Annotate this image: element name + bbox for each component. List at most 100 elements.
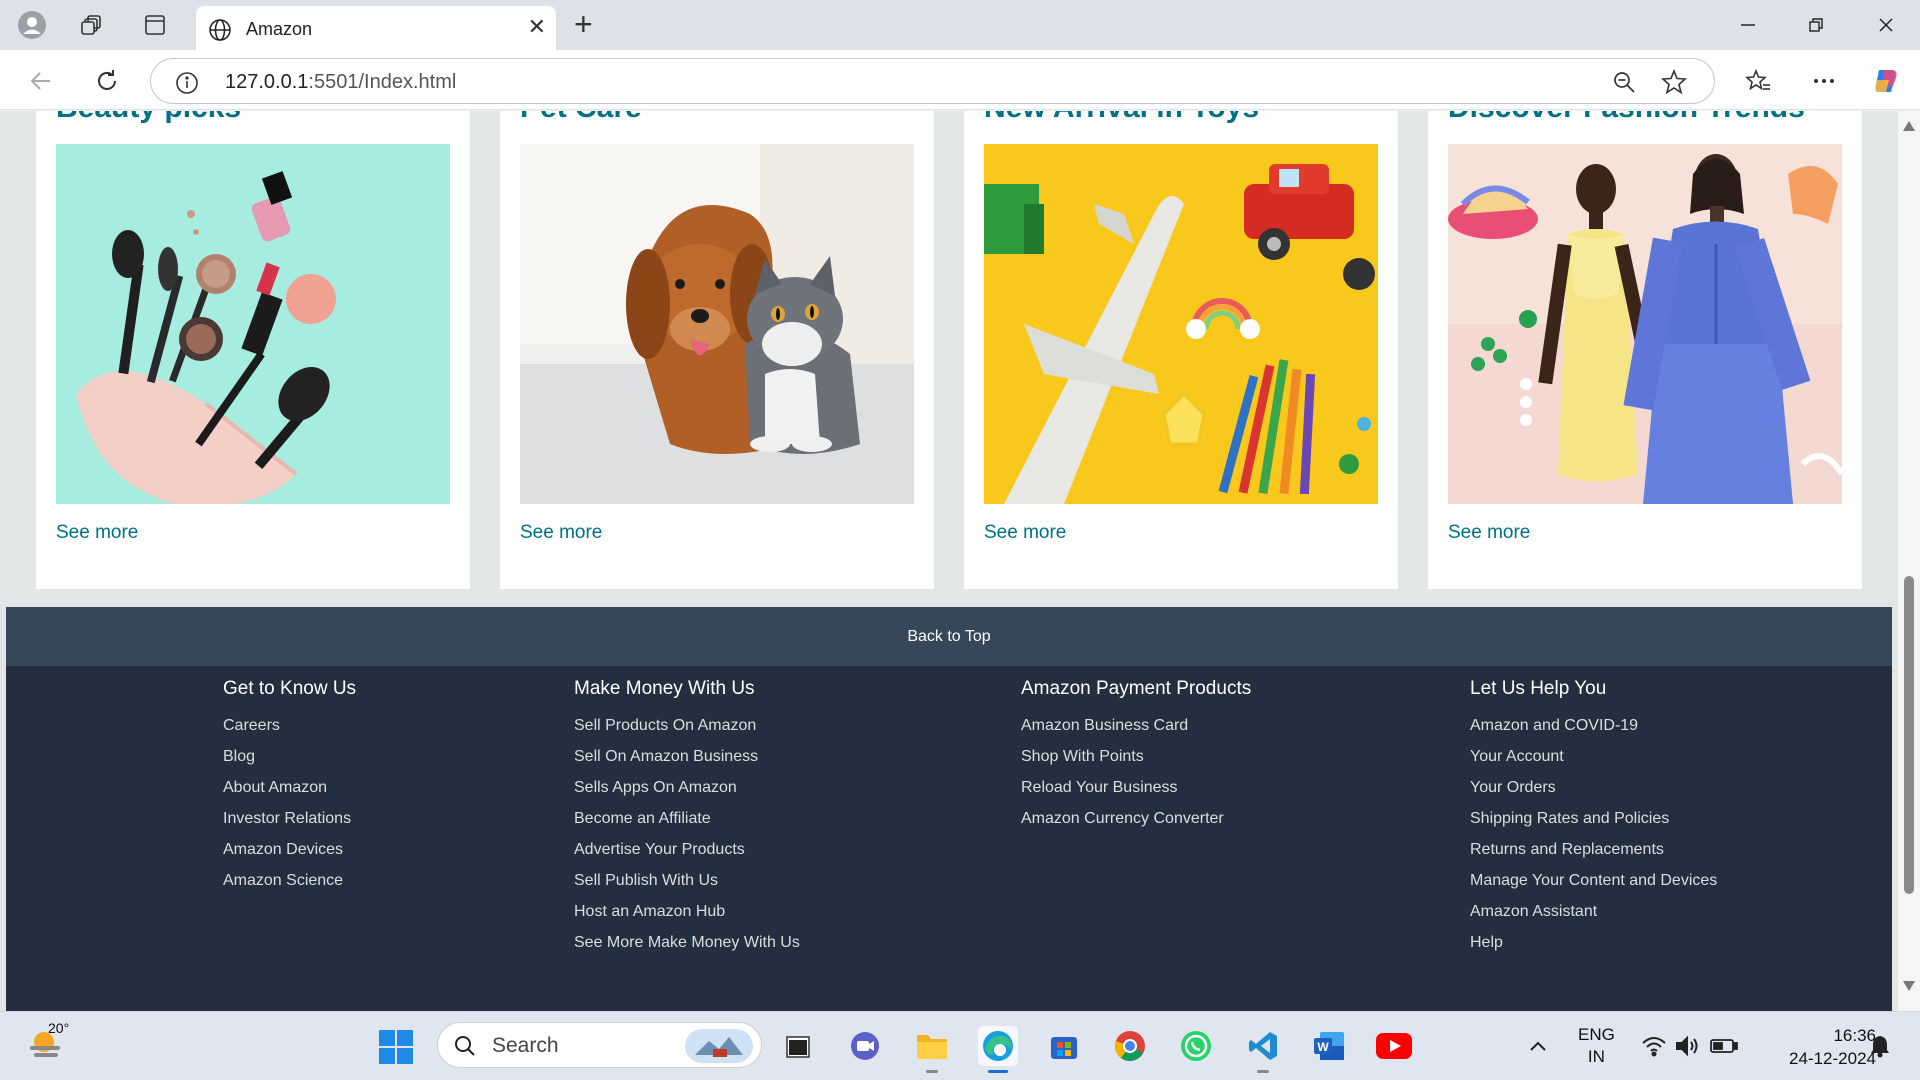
card-title: Discover Fashion Trends [1448,111,1805,125]
url-host: 127.0.0.1 [225,71,309,93]
chrome-icon[interactable] [1110,1026,1150,1066]
whatsapp-icon[interactable] [1176,1026,1216,1066]
footer-link[interactable]: Returns and Replacements [1470,834,1717,865]
more-options-icon[interactable] [1807,64,1841,98]
footer-link[interactable]: Help [1470,927,1717,958]
footer-link[interactable]: Your Orders [1470,772,1717,803]
battery-icon[interactable] [1704,1026,1744,1066]
edge-browser-icon[interactable] [978,1026,1018,1073]
card-title: Beauty picks [56,111,241,125]
show-hidden-icons-chevron-icon[interactable] [1518,1026,1558,1066]
footer-link[interactable]: Investor Relations [223,803,356,834]
collections-icon[interactable] [76,9,108,41]
card-title: Pet Care [520,111,642,125]
site-info-icon[interactable] [175,71,199,100]
see-more-link[interactable]: See more [984,522,1066,544]
scroll-up-arrow-icon[interactable] [1903,121,1915,131]
new-tab-button[interactable]: + [574,8,593,40]
search-placeholder: Search [492,1034,559,1057]
clock-time: 16:36 [1833,1026,1876,1045]
close-tab-icon[interactable]: ✕ [528,16,546,38]
volume-icon[interactable] [1668,1026,1708,1066]
windows-start-icon[interactable] [378,1029,414,1070]
search-icon [454,1035,476,1062]
url-text: 127.0.0.1:5501/Index.html [225,71,456,94]
footer-heading: Amazon Payment Products [1021,678,1252,699]
footer-link[interactable]: Amazon Assistant [1470,896,1717,927]
favorite-star-icon[interactable] [1661,69,1687,95]
notifications-bell-icon[interactable] [1860,1026,1900,1066]
footer-link[interactable]: Careers [223,710,356,741]
back-to-top-button[interactable]: Back to Top [6,607,1892,666]
vertical-tabs-icon[interactable] [139,9,171,41]
address-bar[interactable]: 127.0.0.1:5501/Index.html [150,58,1715,104]
see-more-link[interactable]: See more [520,522,602,544]
footer-link[interactable]: Amazon Science [223,865,356,896]
microsoft-store-icon[interactable] [1044,1026,1084,1066]
vscode-icon[interactable] [1243,1026,1283,1073]
toys-image[interactable] [984,144,1378,504]
footer-heading: Make Money With Us [574,678,755,699]
page-scrollbar[interactable] [1898,111,1920,1011]
footer: Get to Know Us Careers Blog About Amazon… [6,666,1892,1011]
teams-meet-icon[interactable] [845,1026,885,1066]
file-explorer-icon[interactable] [912,1026,952,1073]
minimize-button[interactable] [1728,10,1768,40]
word-icon[interactable]: W [1309,1026,1349,1066]
system-clock[interactable]: 16:36 24-12-2024 [1760,1024,1876,1070]
footer-link[interactable]: Amazon and COVID-19 [1470,710,1717,741]
footer-link[interactable]: Sells Apps On Amazon [574,772,800,803]
zoom-out-icon[interactable] [1611,69,1637,95]
restore-button[interactable] [1796,10,1836,40]
weather-temperature: 20° [48,1020,70,1036]
footer-link[interactable]: Become an Affiliate [574,803,800,834]
svg-text:W: W [1317,1040,1329,1054]
footer-column-make-money: Make Money With Us Sell Products On Amaz… [574,678,800,958]
running-indicator [926,1070,938,1073]
reload-icon[interactable] [90,64,124,98]
see-more-link[interactable]: See more [1448,522,1530,544]
tab-amazon[interactable]: Amazon ✕ [196,6,556,50]
footer-link[interactable]: Reload Your Business [1021,772,1251,803]
language-region: IN [1587,1047,1605,1066]
footer-link[interactable]: Amazon Currency Converter [1021,803,1251,834]
copilot-icon[interactable] [1869,64,1903,98]
running-indicator [1257,1070,1269,1073]
footer-link[interactable]: Amazon Business Card [1021,710,1251,741]
fashion-image[interactable] [1448,144,1842,504]
footer-link[interactable]: Amazon Devices [223,834,356,865]
footer-heading: Let Us Help You [1470,678,1607,699]
scroll-down-arrow-icon[interactable] [1903,981,1915,991]
input-language-indicator[interactable]: ENG IN [1578,1024,1615,1068]
footer-heading: Get to Know Us [223,678,357,699]
back-arrow-icon[interactable] [24,64,58,98]
footer-link[interactable]: Manage Your Content and Devices [1470,865,1717,896]
search-highlight-icon [685,1029,753,1068]
footer-link[interactable]: Sell On Amazon Business [574,741,800,772]
footer-link[interactable]: About Amazon [223,772,356,803]
footer-link[interactable]: Shop With Points [1021,741,1251,772]
youtube-icon[interactable] [1374,1026,1414,1066]
footer-link[interactable]: Sell Publish With Us [574,865,800,896]
product-cards-row: Beauty picks [6,111,1892,589]
footer-link[interactable]: Blog [223,741,356,772]
card-discover-fashion-trends: Discover Fashion Trends [1428,111,1862,589]
footer-link[interactable]: Your Account [1470,741,1717,772]
footer-column-get-to-know-us: Get to Know Us Careers Blog About Amazon… [223,678,356,896]
card-new-arrival-toys: New Arrival in Toys [964,111,1398,589]
close-window-button[interactable] [1866,10,1906,40]
task-view-icon[interactable] [778,1026,818,1066]
see-more-link[interactable]: See more [56,522,138,544]
cosmetics-image[interactable] [56,144,450,504]
footer-column-payment-products: Amazon Payment Products Amazon Business … [1021,678,1251,834]
footer-link[interactable]: See More Make Money With Us [574,927,800,958]
taskbar-search-box[interactable]: Search [437,1022,762,1068]
favorites-icon[interactable] [1741,64,1775,98]
scrollbar-thumb[interactable] [1904,576,1914,894]
footer-link[interactable]: Shipping Rates and Policies [1470,803,1717,834]
dog-and-cat-image[interactable] [520,144,914,504]
footer-link[interactable]: Host an Amazon Hub [574,896,800,927]
footer-link[interactable]: Advertise Your Products [574,834,800,865]
profile-icon[interactable] [16,9,48,41]
footer-link[interactable]: Sell Products On Amazon [574,710,800,741]
